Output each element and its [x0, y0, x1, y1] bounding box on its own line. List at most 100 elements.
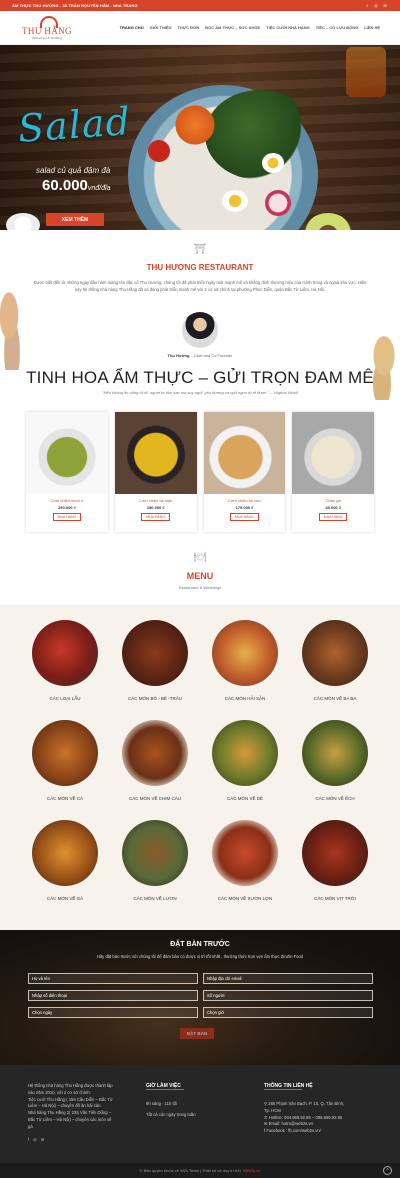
mail-icon[interactable]: ✉ — [382, 3, 388, 9]
buy-button[interactable]: MUA HÀNG — [230, 513, 259, 521]
category-image[interactable] — [122, 820, 188, 886]
copyright-brand-link[interactable]: Web2s.vn — [243, 1168, 261, 1173]
menu-category[interactable]: CÁC MÓN BÒ - BÊ -TRÂU — [110, 620, 200, 720]
category-label[interactable]: CÁC MÓN VỀ GÀ — [47, 896, 83, 901]
product-price: 150.000 ₫ — [146, 505, 165, 510]
category-label[interactable]: CÁC MÓN VỀ BA BA — [314, 696, 357, 701]
footer: Hệ thống nhà hàng Thu Hằng được thành lậ… — [0, 1065, 400, 1163]
category-image[interactable] — [302, 620, 368, 686]
buy-button[interactable]: MUA HÀNG — [52, 513, 82, 521]
category-image[interactable] — [212, 820, 278, 886]
category-image[interactable] — [32, 720, 98, 786]
product-price: 250.000 ₫ — [58, 505, 76, 510]
product-name[interactable]: Cơm chiên cá mặn — [139, 498, 173, 503]
back-to-top-icon[interactable]: ^ — [383, 1166, 392, 1175]
product-image[interactable] — [292, 412, 374, 494]
hero-tomato-image — [148, 140, 170, 162]
category-image[interactable] — [32, 620, 98, 686]
product-image[interactable] — [114, 412, 197, 494]
hotline-line[interactable]: ✆ Hotline: 094.969.92.95 – 096.559.92.95 — [264, 1115, 384, 1122]
hero-more-button[interactable]: XEM THÊM — [46, 213, 104, 226]
product-card[interactable]: Cơm chiên bò cầu 175.000 ₫ MUA HÀNG — [203, 412, 286, 532]
category-image[interactable] — [212, 620, 278, 686]
menu-category[interactable]: CÁC MÓN VỀ LƯƠN — [110, 820, 200, 920]
category-image[interactable] — [302, 820, 368, 886]
menu-category[interactable]: CÁC MÓN HẢI SẢN — [200, 620, 290, 720]
menu-category[interactable]: CÁC MÓN VỀ CHIM CÂU — [110, 720, 200, 820]
category-label[interactable]: CÁC MÓN VỊT TRỜI — [314, 896, 356, 901]
mail-icon[interactable]: ✉ — [41, 1137, 45, 1142]
facebook-icon[interactable]: f — [28, 1137, 29, 1142]
nav-wedding[interactable]: TIỆC CƯỚI NHÀ HÀNG — [266, 25, 310, 30]
category-image[interactable] — [122, 620, 188, 686]
product-image[interactable] — [26, 412, 108, 494]
email-input[interactable]: Nhập địa chỉ email — [203, 973, 373, 984]
nav-about[interactable]: GIỚI THIỆU — [150, 25, 172, 30]
nav-food-health[interactable]: ĐỌC ẨM THỰC – SỨC KHỎE — [205, 25, 260, 30]
product-name[interactable]: Cơm chiên bò cầu — [228, 498, 261, 503]
about-title: THU HƯƠNG RESTAURANT — [146, 263, 254, 272]
logo-tagline: Restaurant & Wedding — [31, 35, 63, 40]
email-text[interactable]: Email: hotro@web2s.vn — [269, 1121, 313, 1126]
menu-category[interactable]: CÁC MÓN VỀ DÊ — [200, 720, 290, 820]
buy-button[interactable]: MUA HÀNG — [141, 513, 170, 521]
product-name[interactable]: Cơm chiên muối ớ — [50, 498, 83, 503]
name-input[interactable]: Họ và tên — [28, 973, 198, 984]
category-label[interactable]: CÁC LOẠI LẨU — [49, 696, 80, 701]
product-image[interactable] — [203, 412, 286, 494]
category-label[interactable]: CÁC MÓN HẢI SẢN — [225, 696, 266, 701]
hotline-text[interactable]: Hotline: 094.969.92.95 – 096.559.92.95 — [269, 1115, 343, 1120]
booking-title: ĐẶT BÀN TRƯỚC — [170, 941, 230, 948]
category-label[interactable]: CÁC MÓN VỀ CÁ — [47, 796, 83, 801]
hero-greens-image — [205, 90, 315, 180]
nav-menu[interactable]: THỰC ĐƠN — [177, 25, 199, 30]
menu-category[interactable]: CÁC MÓN VỀ BA BA — [290, 620, 380, 720]
booking-subtitle: Hãy đặt bàn trước với chúng tôi để đảm b… — [96, 954, 304, 959]
book-table-button[interactable]: ĐẶT BÀN — [180, 1028, 214, 1039]
hero-price-unit: vnđ/đĩa — [87, 185, 111, 192]
nav-contact[interactable]: LIÊN HỆ — [364, 25, 380, 30]
menu-category[interactable]: CÁC MÓN VỊT TRỜI — [290, 820, 380, 920]
potato-decoration-image — [360, 326, 400, 400]
hero-carrot-image — [170, 105, 220, 145]
phone-input[interactable]: Nhập số điện thoại — [28, 990, 198, 1001]
date-select[interactable]: Chọn ngày — [28, 1007, 198, 1018]
buy-button[interactable]: MUA HÀNG — [318, 513, 348, 521]
address-line: ⚲ 285 Phạm Văn Bạch, P. 15, Q. Tân Bình, — [264, 1101, 345, 1106]
nav-catering[interactable]: TIỆC – CỖ LƯU ĐỘNG — [316, 25, 358, 30]
nav-home[interactable]: TRANG CHỦ — [120, 25, 144, 30]
category-label[interactable]: CÁC MÓN VỀ ẾCH — [315, 796, 354, 801]
menu-category[interactable]: CÁC MÓN VỀ ẾCH — [290, 720, 380, 820]
category-image[interactable] — [212, 720, 278, 786]
guests-input[interactable]: Số người — [203, 990, 373, 1001]
instagram-icon[interactable]: ◎ — [33, 1137, 37, 1142]
product-card[interactable]: Cơm chiên cá mặn 150.000 ₫ MUA HÀNG — [114, 412, 197, 532]
facebook-line[interactable]: f Facebook : fb.com/web2s.vn/ — [264, 1128, 384, 1135]
product-name[interactable]: Cháo gà — [326, 498, 341, 503]
hero-subtitle: salad củ quả đậm đà — [36, 166, 111, 175]
category-label[interactable]: CÁC MÓN BÒ - BÊ -TRÂU — [128, 696, 182, 701]
category-image[interactable] — [122, 720, 188, 786]
category-label[interactable]: CÁC MÓN VỀ SƯỜN LỢN — [218, 896, 273, 901]
time-select[interactable]: Chọn giờ — [203, 1007, 373, 1018]
category-label[interactable]: CÁC MÓN VỀ LƯƠN — [133, 896, 176, 901]
category-label[interactable]: CÁC MÓN VỀ DÊ — [227, 796, 263, 801]
footer-about-line: Liêm – Hà Nội) – chuyên đồ ăn hải sản. — [28, 1103, 102, 1109]
instagram-icon[interactable]: ◎ — [373, 3, 379, 9]
menu-category[interactable]: CÁC MÓN VỀ GÀ — [20, 820, 110, 920]
category-image[interactable] — [32, 820, 98, 886]
menu-category[interactable]: CÁC LOẠI LẨU — [20, 620, 110, 720]
email-line[interactable]: ✉ Email: hotro@web2s.vn — [264, 1121, 384, 1128]
product-card[interactable]: Cháo gà 45.000 ₫ MUA HÀNG — [292, 412, 374, 532]
facebook-text[interactable]: Facebook : fb.com/web2s.vn/ — [266, 1128, 320, 1133]
product-card[interactable]: Cơm chiên muối ớ 250.000 ₫ MUA HÀNG — [26, 412, 108, 532]
facebook-icon[interactable]: f — [364, 3, 370, 9]
menu-category[interactable]: CÁC MÓN VỀ CÁ — [20, 720, 110, 820]
founder-avatar — [182, 312, 218, 348]
category-image[interactable] — [302, 720, 368, 786]
category-label[interactable]: CÁC MÓN VỀ CHIM CÂU — [129, 796, 181, 801]
topbar-socials: f ◎ ✉ — [364, 3, 388, 9]
menu-category[interactable]: CÁC MÓN VỀ SƯỜN LỢN — [200, 820, 290, 920]
footer-about-line: Bắc Từ Liêm – Hà Nội) – chuyên các món v… — [28, 1116, 112, 1122]
logo[interactable]: THU HẰNG Restaurant & Wedding — [20, 15, 74, 40]
